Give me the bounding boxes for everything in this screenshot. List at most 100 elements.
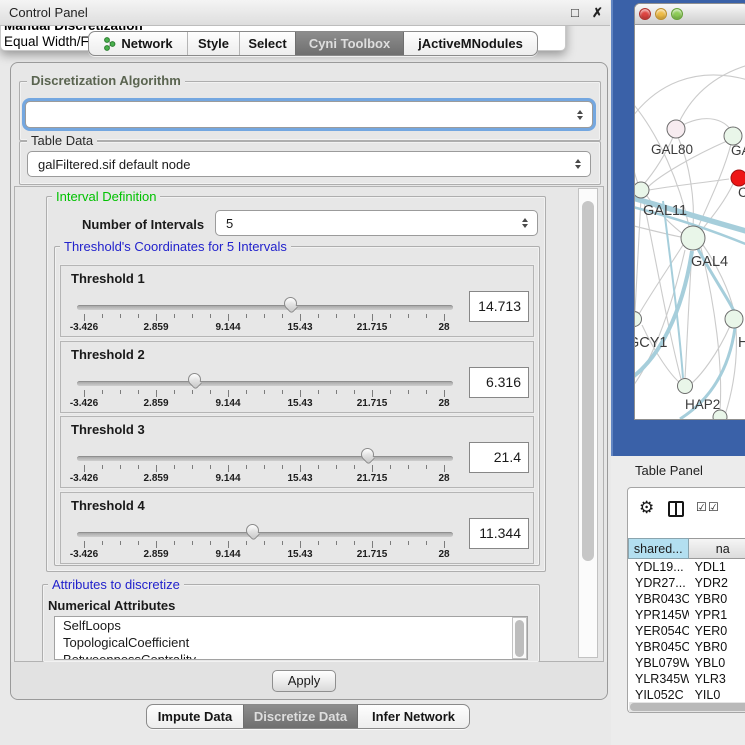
algorithm-combobox[interactable] [25, 101, 593, 128]
tab-jactivemnodules[interactable]: jActiveMNodules [403, 32, 537, 55]
table-row[interactable]: YBR045C YBR0 [628, 639, 745, 655]
table-row[interactable]: YLR345W YLR3 [628, 671, 745, 687]
apply-button[interactable]: Apply [272, 670, 336, 692]
table-horizontal-scrollbar[interactable] [629, 702, 745, 712]
threshold-4-panel: Threshold 4 -3.4262.8599.14415.4321.7152… [60, 492, 534, 564]
float-window-icon[interactable]: □ [571, 5, 579, 20]
control-panel: Control Panel □ ✗ Network Style Select C… [0, 0, 610, 745]
node-table: ⚙ ☑ ☑ shared... na YDL19... YDL1 YDR27..… [627, 487, 745, 713]
cell-shared-name[interactable]: YDL19... [628, 559, 689, 575]
list-item[interactable]: TopologicalCoefficient [55, 634, 527, 651]
node-label-h: H [738, 335, 745, 351]
table-data-value: galFiltered.sif default node [38, 157, 190, 172]
node-gcy1[interactable] [635, 312, 642, 327]
threshold-1-value-field[interactable]: 14.713 [469, 291, 529, 322]
number-of-intervals-combobox[interactable]: 5 [215, 210, 538, 236]
cell-name[interactable]: YBL0 [689, 655, 745, 671]
list-item[interactable]: SelfLoops [55, 617, 527, 634]
combo-arrows-icon [522, 218, 528, 228]
threshold-3-value-field[interactable]: 21.4 [469, 442, 529, 473]
table-panel-area: Table Panel ⚙ ☑ ☑ shared... na YDL19... … [611, 456, 745, 745]
cell-shared-name[interactable]: YBR045C [628, 639, 689, 655]
list-item[interactable]: BetweennessCentrality [55, 651, 527, 660]
node-gal11[interactable] [635, 182, 649, 198]
cell-name[interactable]: YER0 [689, 623, 745, 639]
table-row[interactable]: YDL19... YDL1 [628, 559, 745, 575]
main-vertical-scrollbar[interactable] [578, 188, 598, 658]
gear-icon[interactable]: ⚙ [639, 498, 654, 518]
cell-name[interactable]: YDL1 [689, 559, 745, 575]
node-gal80[interactable] [667, 120, 685, 138]
column-header-name[interactable]: na [689, 538, 745, 559]
threshold-3-panel: Threshold 3 -3.4262.8599.14415.4321.7152… [60, 416, 534, 488]
node-label-ga: GA [731, 143, 745, 158]
tab-infer-network[interactable]: Infer Network [357, 705, 469, 728]
node-hap2[interactable] [678, 379, 693, 394]
table-row[interactable]: YIL052C YIL0 [628, 687, 745, 701]
slider-thumb[interactable] [246, 524, 261, 543]
tab-network[interactable]: Network [89, 32, 187, 55]
table-panel-title: Table Panel [635, 463, 703, 478]
network-window-titlebar[interactable] [635, 4, 745, 25]
combo-arrows-icon [577, 110, 583, 120]
columns-icon[interactable] [668, 501, 684, 517]
table-row[interactable]: YDR27... YDR2 [628, 575, 745, 591]
combo-arrows-icon [575, 159, 581, 169]
checkbox-icon[interactable]: ☑ [696, 500, 707, 514]
cell-name[interactable]: YIL0 [689, 687, 745, 701]
cell-name[interactable]: YLR3 [689, 671, 745, 687]
threshold-2-value-field[interactable]: 6.316 [469, 367, 529, 398]
tab-style[interactable]: Style [187, 32, 239, 55]
attributes-list-scrollbar[interactable] [512, 617, 527, 659]
tab-select-label: Select [248, 36, 286, 51]
threshold-1-panel: Threshold 1 -3.4262.8599.14415.4321.7152… [60, 265, 534, 337]
cell-shared-name[interactable]: YPR145W [628, 607, 689, 623]
scrollbar-thumb[interactable] [582, 201, 594, 561]
cell-shared-name[interactable]: YDR27... [628, 575, 689, 591]
number-of-intervals-label: Number of Intervals [82, 217, 204, 232]
scrollbar-thumb[interactable] [630, 703, 745, 711]
apply-strip: Apply [11, 662, 607, 699]
tab-discretize-data[interactable]: Discretize Data [243, 705, 357, 728]
table-row[interactable]: YPR145W YPR1 [628, 607, 745, 623]
tab-impute-data[interactable]: Impute Data [147, 705, 243, 728]
network-canvas[interactable]: GAL80 GA C GAL11 GAL4 GCY1 H HAP2 [635, 25, 745, 420]
cell-shared-name[interactable]: YIL052C [628, 687, 689, 701]
threshold-4-value-field[interactable]: 11.344 [469, 518, 529, 549]
cell-shared-name[interactable]: YER054C [628, 623, 689, 639]
minimize-traffic-light-icon[interactable] [655, 8, 667, 20]
cell-shared-name[interactable]: YLR345W [628, 671, 689, 687]
tab-cyni-toolbox[interactable]: Cyni Toolbox [295, 32, 403, 55]
cell-name[interactable]: YBR0 [689, 591, 745, 607]
column-header-shared-name[interactable]: shared... [628, 538, 689, 559]
tab-network-label: Network [121, 36, 172, 51]
slider-thumb[interactable] [284, 297, 299, 316]
tab-select[interactable]: Select [239, 32, 295, 55]
checkbox-icon[interactable]: ☑ [708, 500, 719, 514]
discretization-algorithm-group-title: Discretization Algorithm [27, 73, 185, 88]
table-row[interactable]: YER054C YER0 [628, 623, 745, 639]
table-row[interactable]: YBL079W YBL0 [628, 655, 745, 671]
scrollbar-thumb[interactable] [515, 620, 524, 657]
cell-name[interactable]: YPR1 [689, 607, 745, 623]
network-view-window[interactable]: GAL80 GA C GAL11 GAL4 GCY1 H HAP2 [634, 3, 745, 420]
zoom-traffic-light-icon[interactable] [671, 8, 683, 20]
close-traffic-light-icon[interactable] [639, 8, 651, 20]
interval-definition-title: Interval Definition [52, 189, 160, 204]
node-selected-red[interactable] [731, 170, 745, 186]
cell-shared-name[interactable]: YBL079W [628, 655, 689, 671]
slider-thumb[interactable] [188, 373, 203, 392]
network-tab-icon [103, 37, 116, 51]
node-label-gal4: GAL4 [691, 254, 728, 270]
close-icon[interactable]: ✗ [592, 5, 603, 21]
cell-name[interactable]: YDR2 [689, 575, 745, 591]
cell-shared-name[interactable]: YBR043C [628, 591, 689, 607]
node-h[interactable] [725, 310, 743, 328]
tab-jactivemnodules-label: jActiveMNodules [418, 36, 523, 51]
table-data-combobox[interactable]: galFiltered.sif default node [27, 151, 591, 177]
slider-thumb[interactable] [361, 448, 376, 467]
cell-name[interactable]: YBR0 [689, 639, 745, 655]
table-data-group-title: Table Data [27, 133, 97, 148]
node-gal4[interactable] [681, 226, 705, 250]
table-row[interactable]: YBR043C YBR0 [628, 591, 745, 607]
